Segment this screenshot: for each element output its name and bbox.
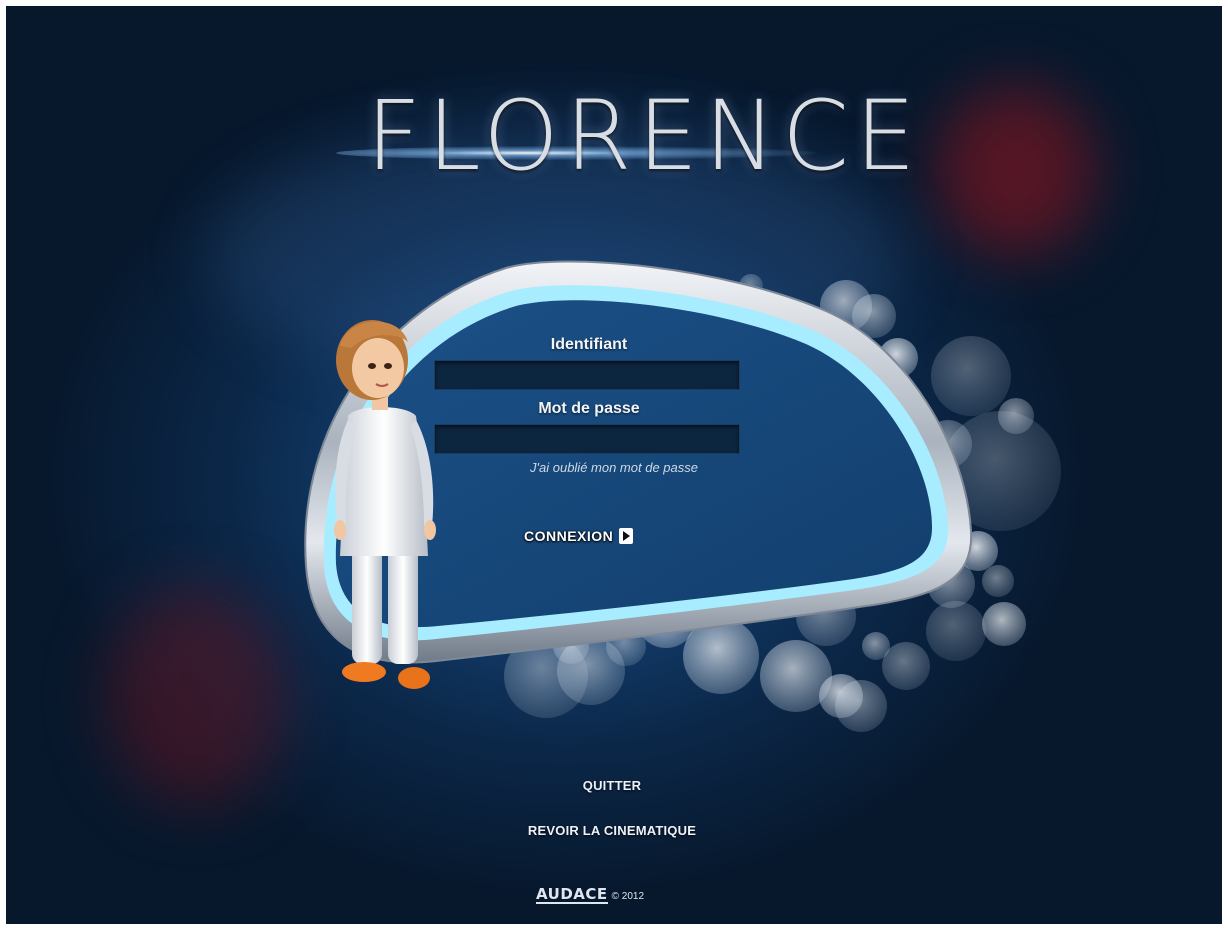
footer: AUDACE © 2012 — [536, 886, 644, 904]
audace-logo: AUDACE — [536, 885, 608, 904]
forgot-password-link[interactable]: J'ai oublié mon mot de passe — [484, 460, 744, 475]
connexion-label: CONNEXION — [524, 528, 614, 544]
password-input[interactable] — [434, 424, 740, 454]
connexion-button[interactable]: CONNEXION — [524, 525, 634, 547]
password-label: Mot de passe — [538, 400, 640, 417]
login-form: Identifiant Mot de passe J'ai oublié mon… — [434, 336, 744, 475]
quit-button[interactable]: QUITTER — [462, 778, 762, 793]
play-arrow-icon — [619, 528, 634, 544]
replay-cinematic-button[interactable]: REVOIR LA CINEMATIQUE — [462, 823, 762, 838]
copyright-text: © 2012 — [611, 891, 645, 902]
username-label: Identifiant — [550, 336, 628, 353]
username-input[interactable] — [434, 360, 740, 390]
game-screen: FLORENCE Identifiant Mot de passe J'ai o… — [6, 6, 1222, 924]
